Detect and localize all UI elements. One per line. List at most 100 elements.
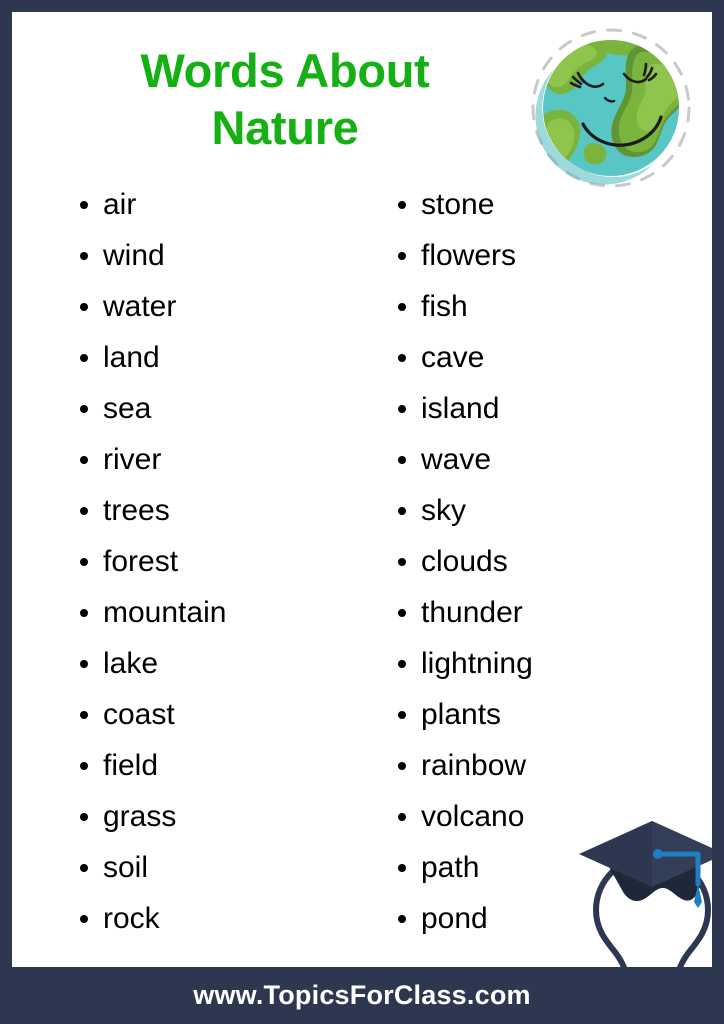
bullet-icon (80, 251, 88, 260)
list-item: plants (388, 689, 698, 740)
word-label: coast (103, 698, 175, 731)
poster-card: Words About Nature air wind water land s… (12, 12, 712, 967)
list-item: lake (70, 638, 380, 689)
bullet-icon (80, 710, 88, 719)
list-item: flowers (388, 230, 698, 281)
list-item: land (70, 332, 380, 383)
list-item: forest (70, 536, 380, 587)
page-title: Words About Nature (140, 44, 430, 155)
bullet-icon (80, 302, 88, 311)
word-label: wind (103, 239, 165, 272)
bullet-icon (398, 200, 406, 209)
list-item: path (388, 842, 698, 893)
word-label: rock (103, 902, 160, 935)
bullet-icon (80, 659, 88, 668)
word-label: soil (103, 851, 149, 884)
word-label: mountain (103, 596, 227, 629)
word-label: grass (103, 800, 177, 833)
word-label: air (103, 188, 137, 221)
bullet-icon (398, 557, 406, 566)
word-label: sky (421, 494, 466, 527)
list-item: volcano (388, 791, 698, 842)
worksheet-poster: Words About Nature air wind water land s… (0, 0, 724, 1024)
word-label: rainbow (421, 749, 527, 782)
list-item: river (70, 434, 380, 485)
word-column-left: air wind water land sea river trees forest mount… (70, 179, 380, 944)
word-label: wave (421, 443, 492, 476)
bullet-icon (398, 251, 406, 260)
list-item: stone (388, 179, 698, 230)
word-label: forest (103, 545, 179, 578)
list-item: mountain (70, 587, 380, 638)
list-item: grass (70, 791, 380, 842)
bullet-icon (80, 506, 88, 515)
smiling-earth-globe-icon (525, 24, 697, 192)
word-label: water (103, 290, 177, 323)
bullet-icon (398, 353, 406, 362)
word-list: air wind water land sea river trees forest mount… (12, 179, 712, 967)
bullet-icon (398, 506, 406, 515)
list-item: trees (70, 485, 380, 536)
bullet-icon (80, 353, 88, 362)
word-label: lightning (421, 647, 533, 680)
bullet-icon (80, 863, 88, 872)
bullet-icon (80, 200, 88, 209)
list-item: wind (70, 230, 380, 281)
bullet-icon (398, 812, 406, 821)
list-item: rock (70, 893, 380, 944)
footer-website-url[interactable]: www.TopicsForClass.com (0, 967, 724, 1024)
bullet-icon (80, 404, 88, 413)
list-item: clouds (388, 536, 698, 587)
word-label: sea (103, 392, 152, 425)
word-column-right: stone flowers fish cave island wave sky clouds t… (388, 179, 698, 944)
list-item: water (70, 281, 380, 332)
poster-header: Words About Nature (12, 12, 712, 188)
bullet-icon (398, 455, 406, 464)
list-item: fish (388, 281, 698, 332)
word-label: land (103, 341, 160, 374)
bullet-icon (80, 914, 88, 923)
bullet-icon (398, 302, 406, 311)
word-label: lake (103, 647, 159, 680)
bullet-icon (80, 557, 88, 566)
bullet-icon (80, 812, 88, 821)
word-label: plants (421, 698, 502, 731)
list-item: coast (70, 689, 380, 740)
list-item: lightning (388, 638, 698, 689)
list-item: cave (388, 332, 698, 383)
word-label: river (103, 443, 162, 476)
bullet-icon (398, 761, 406, 770)
bullet-icon (398, 710, 406, 719)
word-label: field (103, 749, 159, 782)
bullet-icon (80, 608, 88, 617)
word-label: pond (421, 902, 488, 935)
list-item: field (70, 740, 380, 791)
list-item: island (388, 383, 698, 434)
list-item: pond (388, 893, 698, 944)
footer-bar: www.TopicsForClass.com (0, 967, 724, 1024)
word-label: clouds (421, 545, 508, 578)
list-item: sky (388, 485, 698, 536)
bullet-icon (398, 404, 406, 413)
list-item: wave (388, 434, 698, 485)
list-item: rainbow (388, 740, 698, 791)
word-label: fish (421, 290, 468, 323)
word-label: path (421, 851, 480, 884)
word-label: flowers (421, 239, 517, 272)
list-item: thunder (388, 587, 698, 638)
bullet-icon (398, 659, 406, 668)
bullet-icon (398, 608, 406, 617)
bullet-icon (398, 863, 406, 872)
word-label: trees (103, 494, 170, 527)
bullet-icon (398, 914, 406, 923)
list-item: air (70, 179, 380, 230)
word-label: stone (421, 188, 495, 221)
word-label: island (421, 392, 500, 425)
word-label: thunder (421, 596, 523, 629)
bullet-icon (80, 761, 88, 770)
bullet-icon (80, 455, 88, 464)
list-item: sea (70, 383, 380, 434)
word-label: volcano (421, 800, 525, 833)
word-label: cave (421, 341, 485, 374)
list-item: soil (70, 842, 380, 893)
